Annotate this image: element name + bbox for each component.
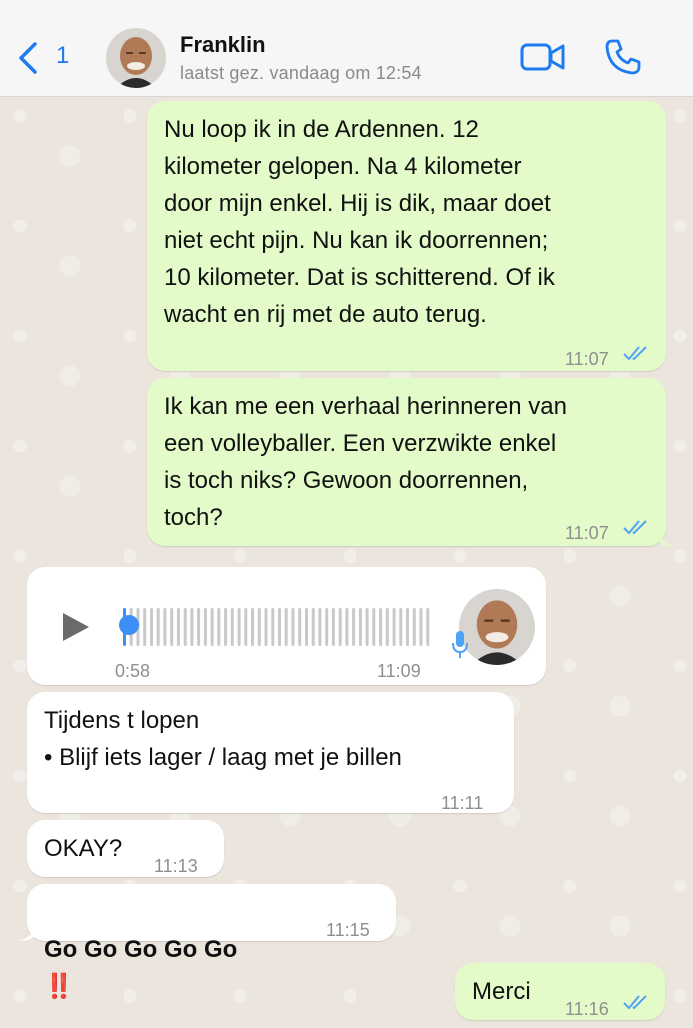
- playback-scrubber[interactable]: [119, 615, 139, 635]
- waveform-bar: [150, 608, 153, 646]
- waveform-bar: [372, 608, 376, 646]
- read-receipt-icon: [623, 520, 647, 535]
- waveform-bar: [176, 608, 180, 646]
- waveform-bar: [284, 608, 288, 646]
- waveform-bar: [358, 608, 362, 646]
- waveform-bar: [170, 608, 174, 646]
- message-text: Ik kan me een verhaal herinneren van een…: [164, 393, 567, 531]
- waveform-bar: [156, 608, 160, 646]
- waveform-bar: [197, 608, 201, 646]
- waveform-bar: [203, 608, 207, 646]
- message-time: 11:16: [565, 999, 609, 1019]
- video-call-button[interactable]: [520, 40, 566, 74]
- bubble-tail: [19, 924, 35, 941]
- waveform-bar: [406, 608, 409, 646]
- back-button[interactable]: 1: [18, 38, 78, 78]
- waveform-bar: [345, 608, 349, 646]
- contact-avatar[interactable]: [106, 28, 166, 88]
- video-camera-icon: [520, 43, 565, 71]
- read-receipt-icon: [623, 346, 647, 361]
- waveform-bar: [210, 608, 214, 646]
- message-time: 11:11: [441, 793, 484, 813]
- contact-name[interactable]: Franklin: [180, 32, 266, 58]
- waveform-bar: [338, 608, 342, 646]
- message-bubble-outgoing[interactable]: Ik kan me een verhaal herinneren van een…: [147, 378, 666, 546]
- message-text: OKAY?: [44, 835, 123, 862]
- message-bold-text: Go Go Go Go Go: [44, 936, 238, 963]
- voice-waveform[interactable]: [123, 605, 433, 649]
- phone-icon: [605, 39, 641, 75]
- waveform-bar: [426, 608, 430, 646]
- message-bubble-incoming[interactable]: Tijdens t lopen • Blijf iets lager / laa…: [27, 692, 514, 813]
- voice-duration: 0:58: [115, 661, 151, 681]
- waveform-bar: [419, 608, 423, 646]
- waveform-bar: [251, 608, 254, 646]
- message-time: 11:09: [377, 661, 421, 681]
- waveform-bar: [257, 608, 261, 646]
- waveform-bar: [352, 608, 356, 646]
- microphone-icon: [452, 631, 468, 658]
- message-time: 11:15: [326, 920, 370, 940]
- waveform-bar: [291, 608, 295, 646]
- waveform-bar: [143, 608, 147, 646]
- waveform-bar: [271, 608, 275, 646]
- waveform-bar: [298, 608, 302, 646]
- voice-message-bubble[interactable]: 0:58 11:09: [27, 567, 546, 685]
- waveform-bar: [392, 608, 396, 646]
- waveform-bar: [318, 608, 322, 646]
- message-time: 11:07: [565, 349, 609, 369]
- read-receipt-icon: [623, 995, 647, 1010]
- message-bubble-outgoing[interactable]: Merci 11:16: [455, 963, 665, 1020]
- waveform-bar: [399, 608, 403, 646]
- chevron-left-icon: [19, 42, 37, 74]
- sender-avatar: [459, 589, 535, 665]
- message-text: Merci: [472, 978, 531, 1005]
- message-text: Go Go Go Go Go ‼️: [44, 894, 237, 1005]
- message-bubble-incoming[interactable]: OKAY? 11:13: [27, 820, 224, 877]
- waveform-bar: [190, 608, 194, 646]
- voice-call-button[interactable]: [604, 38, 642, 76]
- message-text: Nu loop ik in de Ardennen. 12 kilometer …: [164, 116, 555, 328]
- waveform-bar: [264, 608, 268, 646]
- waveform-bar: [331, 608, 335, 646]
- waveform-bar: [305, 608, 308, 646]
- double-exclamation-emoji: ‼️: [44, 973, 74, 1000]
- waveform-bar: [163, 608, 167, 646]
- waveform-bar: [230, 608, 234, 646]
- chat-header: 1 Franklin laatst gez. vandaag om 12:54: [0, 0, 693, 97]
- waveform-bar: [385, 608, 389, 646]
- last-seen-status: laatst gez. vandaag om 12:54: [180, 63, 422, 83]
- message-time: 11:07: [565, 523, 609, 543]
- unread-count: 1: [56, 42, 70, 69]
- message-time: 11:13: [154, 856, 198, 876]
- message-bubble-incoming[interactable]: Go Go Go Go Go ‼️ 11:15: [27, 884, 396, 1000]
- waveform-bar: [278, 608, 281, 646]
- waveform-bar: [244, 608, 248, 646]
- bubble-tail: [660, 530, 676, 547]
- message-text: Tijdens t lopen • Blijf iets lager / laa…: [44, 707, 402, 771]
- waveform-bar: [224, 608, 228, 646]
- waveform-bar: [325, 608, 329, 646]
- message-bubble-outgoing[interactable]: Nu loop ik in de Ardennen. 12 kilometer …: [147, 101, 666, 371]
- waveform-bar: [379, 608, 383, 646]
- waveform-bar: [412, 608, 416, 646]
- waveform-bar: [311, 608, 315, 646]
- waveform-bar: [237, 608, 241, 646]
- waveform-bar: [217, 608, 221, 646]
- waveform-bar: [183, 608, 187, 646]
- waveform-bar: [365, 608, 369, 646]
- play-icon[interactable]: [61, 611, 91, 643]
